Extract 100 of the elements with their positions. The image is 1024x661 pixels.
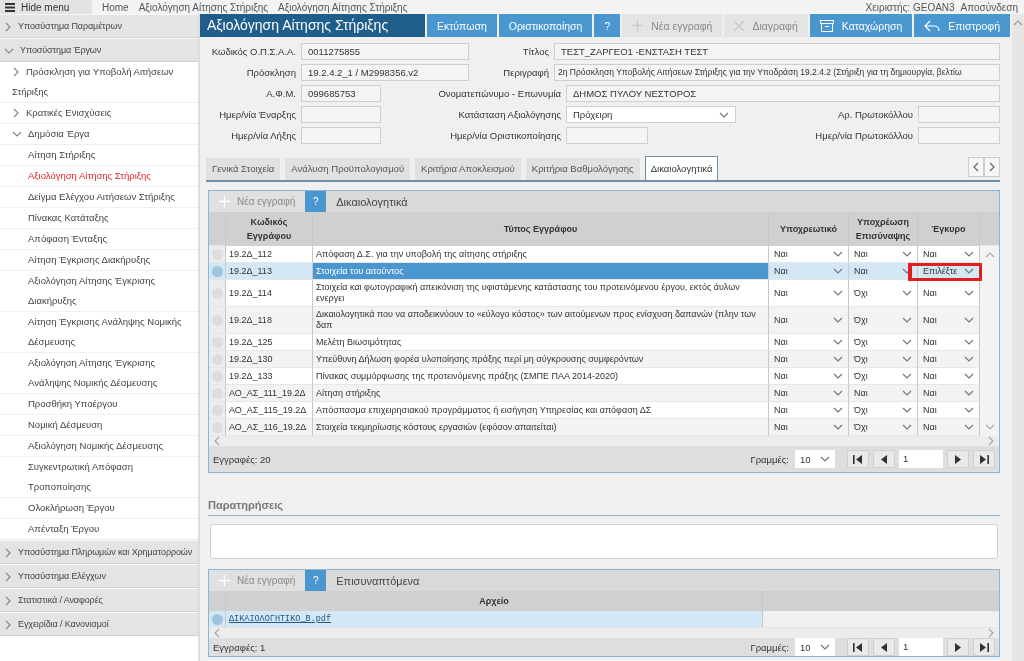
breadcrumb-link[interactable]: Αξιολόγηση Αίτησης Στήριξης — [278, 1, 408, 13]
breadcrumb-link[interactable]: Home — [102, 1, 129, 13]
select-field[interactable]: Πρόχειρη — [566, 106, 736, 123]
sidebar-item[interactable]: Αίτηση Έγκρισης Διακήρυξης — [0, 250, 198, 271]
cell-select[interactable]: Ναι — [921, 371, 976, 381]
cell-select[interactable]: Ναι — [921, 405, 976, 415]
cell-select[interactable]: Ναι — [852, 249, 914, 259]
cell-select[interactable]: Ναι — [772, 249, 845, 259]
sidebar-section[interactable]: Εγχειρίδια / Κανονισμοί — [0, 612, 198, 636]
cell-select[interactable]: Ναι — [772, 337, 845, 347]
tab[interactable]: Ανάλυση Προϋπολογισμού — [285, 158, 411, 180]
input-field[interactable]: 099685753 — [301, 85, 381, 102]
cell-select[interactable]: Όχι — [852, 288, 914, 298]
sidebar-item[interactable]: Πρόσκληση για Υποβολή Αιτήσεων Στήριξης — [0, 62, 198, 103]
input-field[interactable]: 19.2.4.2_1 / M2998356.v2 — [301, 64, 469, 81]
cell-select[interactable]: Ναι — [921, 337, 976, 347]
page-size-select[interactable]: 10 — [795, 450, 835, 468]
cell-select[interactable]: Όχι — [852, 371, 914, 381]
cell-select[interactable]: Ναι — [921, 249, 976, 259]
page-input[interactable]: 1 — [899, 450, 943, 468]
cell-select[interactable]: Ναι — [772, 288, 845, 298]
scrollbar[interactable] — [980, 246, 999, 436]
sidebar-item[interactable]: Προσθήκη Υποέργου — [0, 394, 198, 415]
chevron-down-icon — [902, 288, 912, 298]
cell-select[interactable]: Ναι — [921, 354, 976, 364]
cell-select[interactable]: Ναι — [772, 354, 845, 364]
input-field[interactable]: 0011275855 — [301, 43, 469, 60]
sidebar-section[interactable]: Υποσύστημα Παραμέτρων — [0, 14, 198, 38]
row-radio[interactable] — [211, 613, 223, 625]
sidebar-section[interactable]: Υποσύστημα Έργων — [0, 38, 198, 62]
cell-select[interactable]: Όχι — [852, 337, 914, 347]
file-link[interactable]: ΔΙΚΑΙΟΛΟΓΗΤΙΚΟ_Β.pdf — [229, 614, 332, 624]
sidebar-item[interactable]: Αίτηση Έγκρισης Ανάληψης Νομικής Δέσμευσης — [0, 312, 198, 353]
column-header[interactable]: Υποχρέωση Επισύναψης — [849, 212, 918, 246]
input-field[interactable]: 2η Πρόσκληση Υποβολής Αιτήσεων Στήριξης για την Υποδράση 19.2.4.2 (Στήριξη για τη δημιουργία, βελτίω — [554, 64, 1000, 81]
page-input[interactable]: 1 — [899, 638, 943, 656]
sidebar-item[interactable]: Απόφαση Ένταξης — [0, 229, 198, 250]
tab[interactable]: Κριτήρια Βαθμολόγησης — [525, 158, 640, 180]
scroll-left-button[interactable] — [968, 157, 984, 177]
sidebar-item[interactable]: Κρατικές Ενισχύσεις — [0, 103, 198, 124]
input-field[interactable] — [301, 127, 381, 144]
cell-select[interactable]: Όχι — [852, 315, 914, 325]
row-radio[interactable] — [211, 265, 223, 277]
column-header[interactable]: Υποχρεωτικό — [769, 212, 849, 246]
tab[interactable]: Κριτήρια Αποκλεισμού — [415, 158, 521, 180]
previous-page-button[interactable] — [873, 450, 895, 468]
sidebar-item[interactable]: Δείγμα Ελέγχου Αιτήσεων Στήριξης — [0, 187, 198, 208]
sidebar-item[interactable]: Ολοκλήρωση Έργου — [0, 498, 198, 519]
sidebar-item[interactable]: Δημόσια Έργα — [0, 124, 198, 145]
hide-menu-button[interactable]: Hide menu — [0, 0, 92, 14]
sidebar-item[interactable]: Πίνακας Κατάταξης — [0, 208, 198, 229]
last-page-button[interactable] — [973, 450, 995, 468]
cell-select[interactable]: Ναι — [772, 371, 845, 381]
sidebar-item[interactable]: Αίτηση Στήριξης — [0, 145, 198, 166]
next-page-button[interactable] — [947, 638, 969, 656]
sidebar-section[interactable]: Στατιστικά / Αναφορές — [0, 588, 198, 612]
input-field[interactable]: ΔΗΜΟΣ ΠΥΛΟΥ ΝΕΣΤΟΡΟΣ — [566, 85, 1000, 102]
cell-select[interactable]: Ναι — [772, 405, 845, 415]
cell-select[interactable]: Ναι — [921, 422, 976, 432]
cell-select[interactable]: Ναι — [921, 288, 976, 298]
previous-page-button[interactable] — [873, 638, 895, 656]
tab[interactable]: Γενικά Στοιχεία — [206, 158, 281, 180]
sidebar-item[interactable]: Αξιολόγηση Αίτησης Έγκρισης Διακήρυξης — [0, 271, 198, 312]
column-header[interactable]: Αρχείο — [226, 591, 763, 611]
sidebar-item[interactable]: Αξιολόγηση Νομικής Δέσμευσης — [0, 436, 198, 457]
logout-link[interactable]: Αποσύνδεση — [960, 1, 1018, 13]
cell-select[interactable]: Ναι — [772, 388, 845, 398]
cell-select[interactable]: Ναι — [852, 388, 914, 398]
page-size-select[interactable]: 10 — [795, 638, 835, 656]
sidebar-item[interactable]: Συγκεντρωτική Απόφαση Τροποποίησης — [0, 457, 198, 498]
input-field[interactable] — [301, 106, 381, 123]
remarks-field[interactable] — [210, 524, 998, 559]
first-page-button[interactable] — [847, 450, 869, 468]
column-header[interactable]: Κωδικός Εγγράφου — [226, 212, 313, 246]
input-field[interactable] — [918, 106, 1000, 123]
input-field[interactable] — [918, 127, 1000, 144]
scroll-right-button[interactable] — [984, 157, 1000, 177]
scrollbar[interactable] — [1012, 14, 1024, 661]
field-label: Ημερ/νία Έναρξης — [218, 109, 296, 120]
column-header[interactable]: Έγκυρο — [918, 212, 980, 246]
tab[interactable]: Δικαιολογητικά — [644, 156, 719, 180]
sidebar-section[interactable]: Υποσύστημα Ελέγχων — [0, 564, 198, 588]
cell-select[interactable]: Ναι — [921, 315, 976, 325]
sidebar-item[interactable]: Νομική Δέσμευση — [0, 415, 198, 436]
cell-select[interactable]: Όχι — [852, 422, 914, 432]
sidebar-section[interactable]: Υποσύστημα Πληρωμών και Χρηματορροών — [0, 540, 198, 564]
first-page-button[interactable] — [847, 638, 869, 656]
cell-select[interactable]: Ναι — [921, 388, 976, 398]
cell-select[interactable]: Όχι — [852, 354, 914, 364]
cell-select[interactable]: Όχι — [852, 405, 914, 415]
sidebar-item[interactable]: Αξιολόγηση Αίτησης Έγκρισης Ανάληψης Νομικής Δέσμευσης — [0, 353, 198, 394]
next-page-button[interactable] — [947, 450, 969, 468]
input-field[interactable] — [566, 127, 648, 144]
sidebar-item[interactable]: Αξιολόγηση Αίτησης Στήριξης — [0, 166, 198, 187]
input-field[interactable]: ΤΕΣΤ_ΖΑΡΓΕΟ1 -ΕΝΣΤΑΣΗ ΤΕΣΤ — [554, 43, 1000, 60]
column-header[interactable]: Τύπος Εγγράφου — [313, 212, 769, 246]
cell-select[interactable]: Ναι — [772, 315, 845, 325]
cell-select[interactable]: Ναι — [772, 422, 845, 432]
last-page-button[interactable] — [973, 638, 995, 656]
breadcrumb-link[interactable]: Αξιολόγηση Αίτησης Στήριξης — [138, 1, 269, 13]
